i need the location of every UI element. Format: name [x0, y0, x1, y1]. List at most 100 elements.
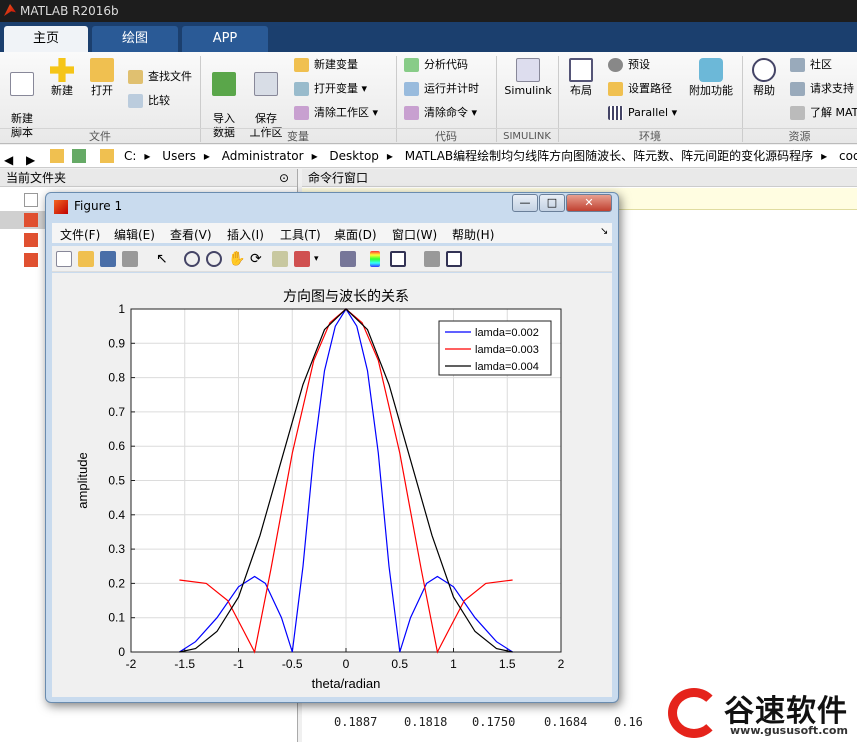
- run-and-time-button[interactable]: 运行并计时: [404, 80, 479, 98]
- preferences-button[interactable]: 预设: [608, 56, 650, 74]
- clear-workspace-label: 清除工作区: [314, 106, 369, 119]
- colorbar-icon[interactable]: [370, 251, 380, 267]
- menu-help[interactable]: 帮助(H): [452, 226, 494, 243]
- forward-arrow-icon[interactable]: ▶: [26, 149, 40, 167]
- tab-home[interactable]: 主页: [4, 26, 88, 52]
- up-folder-icon[interactable]: [50, 149, 64, 163]
- x-tick-label: -0.5: [282, 657, 303, 671]
- command-value: 0.1750: [472, 715, 516, 729]
- rotate-icon[interactable]: ⟳: [250, 251, 266, 267]
- breadcrumb-item[interactable]: Desktop: [329, 149, 379, 163]
- clear-workspace-button[interactable]: 清除工作区 ▾: [294, 104, 378, 122]
- link-plot-icon[interactable]: [340, 251, 356, 267]
- maximize-button[interactable]: □: [539, 194, 565, 212]
- x-axis-label: theta/radian: [312, 676, 381, 691]
- close-button[interactable]: ✕: [566, 194, 612, 212]
- request-support-button[interactable]: 请求支持: [790, 80, 854, 98]
- y-tick-label: 0.5: [108, 474, 125, 488]
- pan-icon[interactable]: ✋: [228, 251, 245, 267]
- section-code-label: 代码: [396, 128, 496, 144]
- breadcrumb-item[interactable]: Users: [162, 149, 196, 163]
- show-plot-tools-icon[interactable]: [446, 251, 462, 267]
- new-variable-button[interactable]: 新建变量: [294, 56, 358, 74]
- section-environment-label: 环境: [558, 128, 742, 144]
- open-label: 打开: [91, 84, 113, 97]
- layout-button[interactable]: 布局: [564, 58, 598, 98]
- data-cursor-icon[interactable]: [272, 251, 288, 267]
- learn-icon: [790, 106, 805, 120]
- save-icon[interactable]: [100, 251, 116, 267]
- menu-edit[interactable]: 编辑(E): [114, 226, 155, 243]
- ribbon-toolbar: 新建 脚本 新建 打开 查找文件 比较 文件 导入 数据 保存 工作区 新建变量…: [0, 52, 857, 144]
- parallel-button[interactable]: Parallel ▾: [608, 104, 677, 122]
- zoom-out-icon[interactable]: [206, 251, 222, 267]
- file-row[interactable]: [24, 193, 38, 207]
- breadcrumb[interactable]: C: ▸ Users ▸ Administrator ▸ Desktop ▸ MATLA…: [124, 145, 857, 167]
- chevron-down-icon: ▾: [372, 106, 379, 119]
- hide-plot-tools-icon[interactable]: [424, 251, 440, 267]
- new-label: 新建: [51, 84, 73, 97]
- analyze-code-button[interactable]: 分析代码: [404, 56, 468, 74]
- x-tick-label: 1: [450, 657, 457, 671]
- community-button[interactable]: 社区: [790, 56, 832, 74]
- section-variable-label: 变量: [200, 128, 396, 144]
- command-value: 0.1818: [404, 715, 448, 729]
- plot-canvas[interactable]: -2 -1.5 -1 -0.5 0 0.5 1 1.5 2 0 0.1 0.2 0.3 0.4 0.5 0.6…: [52, 273, 612, 697]
- open-button[interactable]: 打开: [84, 58, 120, 98]
- zoom-in-icon[interactable]: [184, 251, 200, 267]
- clear-commands-button[interactable]: 清除命令 ▾: [404, 104, 477, 122]
- x-tick-label: -2: [126, 657, 137, 671]
- brush-icon[interactable]: [294, 251, 310, 267]
- breadcrumb-item[interactable]: Administrator: [222, 149, 304, 163]
- x-tick-label: -1.5: [174, 657, 195, 671]
- tab-apps[interactable]: APP: [182, 26, 268, 52]
- clear-commands-label: 清除命令: [424, 106, 468, 119]
- chart[interactable]: -2 -1.5 -1 -0.5 0 0.5 1 1.5 2 0 0.1 0.2 0.3 0.4 0.5 0.6…: [52, 273, 612, 697]
- import-icon: [212, 72, 236, 96]
- chevron-down-icon: ▾: [361, 82, 368, 95]
- menu-tools[interactable]: 工具(T): [280, 226, 321, 243]
- find-files-button[interactable]: 查找文件: [128, 68, 192, 86]
- mfile-icon: [24, 233, 38, 247]
- dock-arrow-icon[interactable]: ↘: [600, 226, 608, 237]
- gear-icon: [608, 58, 623, 72]
- figure-window[interactable]: Figure 1 — □ ✕ 文件(F) 编辑(E) 查看(V) 插入(I) 工…: [45, 192, 619, 703]
- chevron-down-icon[interactable]: ▾: [314, 251, 322, 267]
- menu-view[interactable]: 查看(V): [170, 226, 212, 243]
- pointer-icon[interactable]: ↖: [156, 251, 172, 267]
- new-figure-icon[interactable]: [56, 251, 72, 267]
- browse-folder-icon[interactable]: [72, 149, 86, 163]
- y-tick-label: 0.6: [108, 439, 125, 453]
- brand-logo-icon: [668, 688, 720, 738]
- command-value: 0.16: [614, 715, 643, 729]
- open-variable-button[interactable]: 打开变量 ▾: [294, 80, 367, 98]
- print-icon[interactable]: [122, 251, 138, 267]
- learn-matlab-button[interactable]: 了解 MAT: [790, 104, 857, 122]
- chevron-right-icon: ▸: [311, 149, 318, 163]
- minimize-button[interactable]: —: [512, 194, 538, 212]
- help-button[interactable]: 帮助: [748, 58, 780, 98]
- open-variable-label: 打开变量: [314, 82, 358, 95]
- y-tick-label: 0.9: [108, 336, 125, 350]
- breadcrumb-item[interactable]: MATLAB编程绘制均匀线阵方向图随波长、阵元数、阵元间距的变化源码程序: [405, 149, 813, 163]
- compare-button[interactable]: 比较: [128, 92, 170, 110]
- menu-window[interactable]: 窗口(W): [392, 226, 437, 243]
- menu-desktop[interactable]: 桌面(D): [334, 226, 377, 243]
- legend-icon[interactable]: [390, 251, 406, 267]
- menu-file[interactable]: 文件(F): [60, 226, 100, 243]
- x-tick-label: -1: [233, 657, 244, 671]
- open-file-icon[interactable]: [78, 251, 94, 267]
- app-titlebar: MATLAB R2016b: [0, 0, 857, 22]
- back-arrow-icon[interactable]: ◀: [4, 149, 18, 167]
- legend-entry: lamda=0.002: [475, 327, 539, 339]
- simulink-button[interactable]: Simulink: [502, 58, 554, 98]
- add-ons-button[interactable]: 附加功能: [688, 58, 734, 98]
- menu-insert[interactable]: 插入(I): [227, 226, 264, 243]
- new-script-icon: [10, 72, 34, 96]
- set-path-button[interactable]: 设置路径: [608, 80, 672, 98]
- breadcrumb-item[interactable]: code: [839, 149, 857, 163]
- breadcrumb-item[interactable]: C:: [124, 149, 136, 163]
- new-button[interactable]: 新建: [44, 58, 80, 98]
- panel-menu-icon[interactable]: ⊙: [279, 169, 289, 187]
- tab-plots[interactable]: 绘图: [92, 26, 178, 52]
